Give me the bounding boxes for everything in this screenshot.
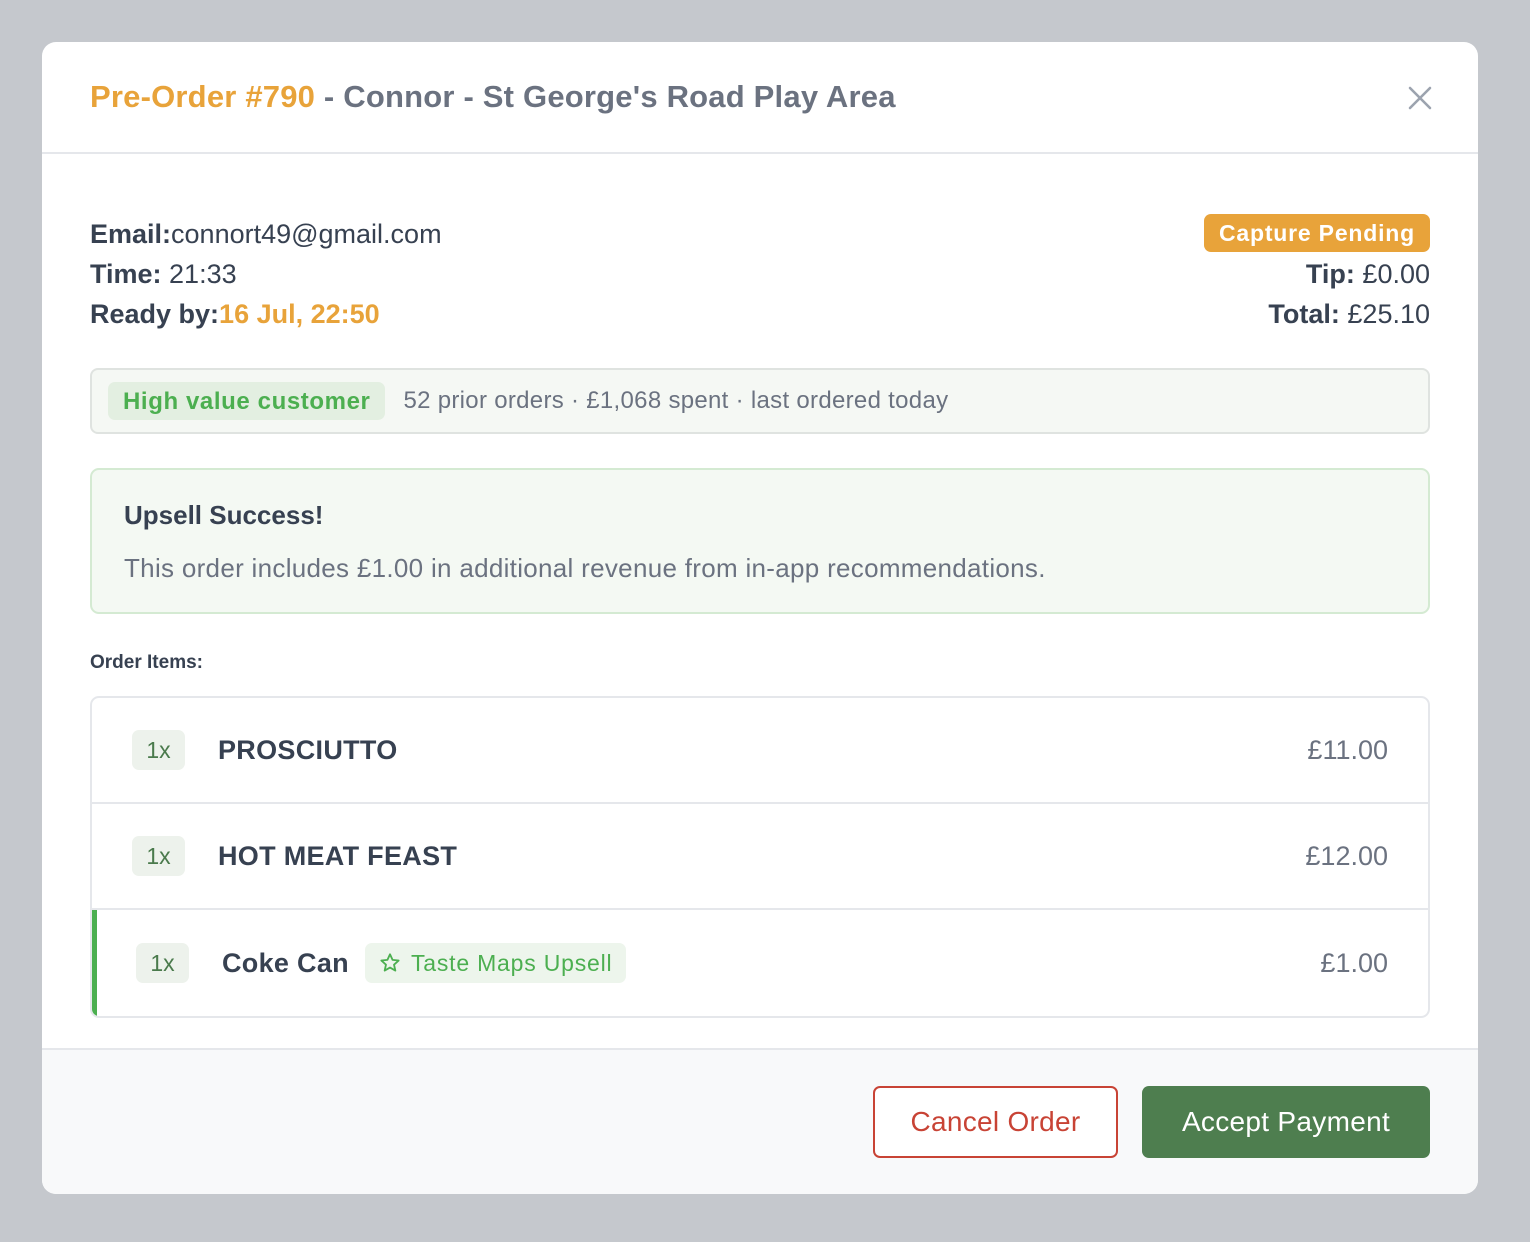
item-quantity: 1x bbox=[132, 730, 185, 770]
item-price: £1.00 bbox=[1320, 947, 1388, 978]
close-button[interactable] bbox=[1404, 82, 1436, 114]
modal-body: Email:connort49@gmail.com Time: 21:33 Re… bbox=[42, 154, 1478, 1018]
customer-summary: High value customer 52 prior orders · £1… bbox=[90, 368, 1430, 434]
time-value: 21:33 bbox=[161, 259, 237, 289]
total-line: Total: £25.10 bbox=[1268, 294, 1430, 334]
order-items-label: Order Items: bbox=[90, 652, 203, 673]
total-value: £25.10 bbox=[1339, 299, 1430, 329]
order-info: Email:connort49@gmail.com Time: 21:33 Re… bbox=[90, 204, 1430, 334]
order-item-row: 1x PROSCIUTTO £11.00 bbox=[92, 698, 1428, 804]
item-name: Coke Can bbox=[222, 947, 349, 978]
accept-payment-button[interactable]: Accept Payment bbox=[1142, 1086, 1430, 1158]
order-items-list: 1x PROSCIUTTO £11.00 1x HOT MEAT FEAST £… bbox=[90, 696, 1430, 1018]
tip-line: Tip: £0.00 bbox=[1306, 254, 1430, 294]
email-line: Email:connort49@gmail.com bbox=[90, 214, 442, 254]
customer-stats: 52 prior orders · £1,068 spent · last or… bbox=[403, 387, 949, 414]
tip-label: Tip: bbox=[1305, 259, 1355, 289]
modal-header: Pre-Order #790 - Connor - St George's Ro… bbox=[42, 42, 1478, 154]
item-name: HOT MEAT FEAST bbox=[218, 840, 458, 871]
close-icon[interactable] bbox=[1404, 82, 1436, 114]
time-line: Time: 21:33 bbox=[90, 254, 442, 294]
email-label: Email: bbox=[90, 219, 172, 249]
order-number: Pre-Order #790 bbox=[90, 79, 316, 114]
title-customer-location: - Connor - St George's Road Play Area bbox=[315, 79, 896, 114]
item-quantity: 1x bbox=[132, 836, 185, 876]
total-label: Total: bbox=[1268, 299, 1340, 329]
order-info-right: Capture Pending Tip: £0.00 Total: £25.10 bbox=[1203, 204, 1430, 334]
order-info-left: Email:connort49@gmail.com Time: 21:33 Re… bbox=[90, 204, 442, 334]
ready-label: Ready by: bbox=[90, 299, 220, 329]
time-label: Time: bbox=[90, 259, 162, 289]
cancel-order-button[interactable]: Cancel Order bbox=[873, 1086, 1118, 1158]
item-price: £12.00 bbox=[1305, 840, 1388, 871]
star-icon bbox=[380, 953, 400, 972]
status-badge: Capture Pending bbox=[1203, 214, 1430, 252]
upsell-notice: Upsell Success! This order includes £1.0… bbox=[90, 468, 1430, 614]
modal-footer: Cancel Order Accept Payment bbox=[42, 1048, 1478, 1194]
order-item-row-upsell: 1x Coke Can Taste Maps Upsell £1.00 bbox=[92, 910, 1428, 1016]
order-item-row: 1x HOT MEAT FEAST £12.00 bbox=[92, 804, 1428, 910]
item-price: £11.00 bbox=[1307, 734, 1388, 765]
ready-line: Ready by:16 Jul, 22:50 bbox=[90, 294, 442, 334]
email-value: connort49@gmail.com bbox=[171, 219, 442, 249]
modal-title: Pre-Order #790 - Connor - St George's Ro… bbox=[90, 79, 896, 115]
upsell-text: This order includes £1.00 in additional … bbox=[124, 553, 1046, 583]
upsell-tag-label: Taste Maps Upsell bbox=[410, 949, 613, 976]
order-modal: Pre-Order #790 - Connor - St George's Ro… bbox=[42, 42, 1478, 1194]
ready-value: 16 Jul, 22:50 bbox=[219, 299, 380, 329]
item-name: PROSCIUTTO bbox=[218, 734, 398, 765]
item-quantity: 1x bbox=[136, 943, 189, 983]
high-value-badge: High value customer bbox=[108, 382, 386, 420]
tip-value: £0.00 bbox=[1354, 259, 1430, 289]
upsell-tag: Taste Maps Upsell bbox=[364, 943, 627, 983]
upsell-title: Upsell Success! bbox=[124, 500, 324, 530]
